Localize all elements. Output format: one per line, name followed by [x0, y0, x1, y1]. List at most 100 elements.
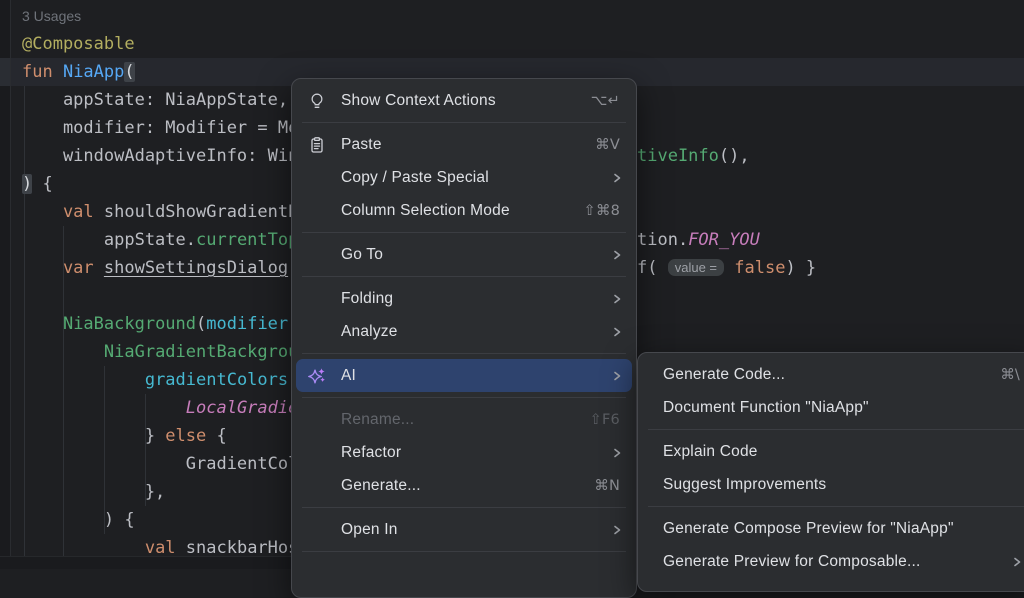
menu-item-document-function-niaapp[interactable]: Document Function "NiaApp" — [642, 391, 1024, 424]
code-segment-plain: shouldShowGradientB — [104, 202, 298, 222]
chevron-right-icon — [610, 446, 624, 460]
menu-item-generate-preview-for-composable[interactable]: Generate Preview for Composable... — [642, 545, 1024, 578]
editor-context-menu: Show Context Actions ⌥↵ Paste⌘VCopy / Pas… — [291, 78, 637, 598]
code-segment-plain: windowAdaptiveInfo: Win — [22, 146, 298, 166]
code-line: gradientColors — [22, 366, 298, 394]
menu-item-column-selection-mode[interactable]: Column Selection Mode⇧⌘8 — [296, 194, 632, 227]
code-segment-plain: appState: NiaAppState, — [22, 90, 288, 110]
code-segment-keyword: fun — [22, 62, 63, 82]
menu-item-label: AI — [341, 367, 356, 385]
menu-item-folding[interactable]: Folding — [296, 282, 632, 315]
code-right-fragment: tiveInfo(), — [637, 142, 750, 170]
code-segment-plain: } — [22, 426, 165, 446]
menu-separator — [302, 353, 626, 354]
code-segment-keyword: val — [22, 202, 104, 222]
code-segment-plain — [22, 314, 63, 334]
menu-separator — [648, 429, 1024, 430]
ai-sparkle-icon — [307, 366, 327, 386]
menu-item-label: Open In — [341, 521, 398, 539]
menu-separator — [302, 122, 626, 123]
menu-item-explain-code[interactable]: Explain Code — [642, 435, 1024, 468]
chevron-right-icon — [610, 292, 624, 306]
clipboard-icon — [308, 136, 326, 154]
code-right-fragment: tion.FOR_YOU — [637, 226, 760, 254]
menu-item-analyze[interactable]: Analyze — [296, 315, 632, 348]
menu-item-suggest-improvements[interactable]: Suggest Improvements — [642, 468, 1024, 501]
code-line: GradientCol — [22, 450, 298, 478]
menu-item-label: Refactor — [341, 444, 401, 462]
code-segment-plain: modifier: Modifier = Mo — [22, 118, 298, 138]
menu-item-generate-code[interactable]: Generate Code...⌘\ — [642, 358, 1024, 391]
code-segment-keyword: var — [22, 258, 104, 278]
chevron-right-icon — [610, 171, 624, 185]
code-line: appState: NiaAppState, — [22, 86, 298, 114]
code-segment-plain — [724, 258, 734, 278]
menu-item-label: Suggest Improvements — [663, 476, 826, 494]
menu-item-generate[interactable]: Generate...⌘N — [296, 469, 632, 502]
submenu-chevron — [610, 292, 624, 306]
code-line — [22, 282, 298, 310]
code-lines: 3 Usages @Composable fun NiaApp( appState:… — [22, 2, 298, 562]
code-line: }, — [22, 478, 298, 506]
menu-item-label: Show Context Actions — [341, 92, 496, 110]
menu-separator — [302, 551, 626, 552]
submenu-chevron — [1010, 555, 1024, 569]
code-segment-keyword: false — [734, 258, 785, 278]
menu-item-shortcut: ⌘\ — [1000, 367, 1020, 383]
code-line: NiaBackground(modifier — [22, 310, 298, 338]
submenu-chevron — [610, 523, 624, 537]
menu-item-label: Rename... — [341, 411, 414, 429]
gutter-current-line — [0, 58, 10, 86]
menu-item-go-to[interactable]: Go To — [296, 238, 632, 271]
code-segment-enum-constant: FOR_YOU — [688, 230, 760, 250]
code-segment-named-argument: gradientColors — [145, 370, 288, 390]
code-line: NiaGradientBackgrou — [22, 338, 298, 366]
menu-item-shortcut: ⌘N — [594, 478, 620, 494]
code-segment-plain — [22, 398, 186, 418]
code-line: ) { — [22, 506, 298, 534]
code-segment-function-call: NiaBackground — [63, 314, 196, 334]
code-segment-function-call: currentTop — [196, 230, 298, 250]
code-segment-plain: f( — [637, 258, 668, 278]
submenu-chevron — [610, 171, 624, 185]
code-segment-brace-highlight: ) — [22, 174, 32, 194]
code-line: fun NiaApp( — [22, 58, 298, 86]
code-vision-usages[interactable]: 3 Usages — [22, 2, 298, 30]
chevron-right-icon — [610, 523, 624, 537]
chevron-right-icon — [610, 369, 624, 383]
parameter-name-hint: value = — [668, 259, 724, 276]
menu-item-paste[interactable]: Paste⌘V — [296, 128, 632, 161]
submenu-chevron — [610, 446, 624, 460]
menu-item-rename: Rename...⇧F6 — [296, 403, 632, 436]
menu-item-label: Explain Code — [663, 443, 758, 461]
submenu-chevron — [610, 325, 624, 339]
chevron-right-icon — [610, 325, 624, 339]
menu-item-copy-paste-special[interactable]: Copy / Paste Special — [296, 161, 632, 194]
code-segment-plain: appState. — [22, 230, 196, 250]
menu-item-open-in[interactable]: Open In — [296, 513, 632, 546]
code-segment-codevision: 3 Usages — [22, 8, 81, 24]
code-segment-plain: { — [206, 426, 226, 446]
code-segment-plain — [22, 538, 145, 558]
menu-item-label: Folding — [341, 290, 393, 308]
code-segment-plain: GradientCol — [22, 454, 298, 474]
code-segment-plain: { — [32, 174, 52, 194]
code-line: } else { — [22, 422, 298, 450]
menu-item-shortcut: ⌥↵ — [591, 93, 620, 109]
ai-sparkle-icon-wrapper — [307, 366, 327, 386]
menu-item-label: Paste — [341, 136, 382, 154]
menu-item-refactor[interactable]: Refactor — [296, 436, 632, 469]
menu-item-label: Generate Compose Preview for "NiaApp" — [663, 520, 954, 538]
code-segment-plain: ( — [196, 314, 206, 334]
code-line: modifier: Modifier = Mo — [22, 114, 298, 142]
code-segment-function-call: tiveInfo — [637, 146, 719, 166]
menu-separator — [302, 276, 626, 277]
code-line: appState.currentTop — [22, 226, 298, 254]
menu-item-generate-compose-preview-for-niaapp[interactable]: Generate Compose Preview for "NiaApp" — [642, 512, 1024, 545]
code-segment-keyword: val — [145, 538, 186, 558]
menu-item-show-context-actions[interactable]: Show Context Actions ⌥↵ — [296, 84, 632, 117]
code-segment-annotation: @Composable — [22, 34, 135, 54]
menu-item-ai[interactable]: AI — [296, 359, 632, 392]
lightbulb-icon — [308, 92, 326, 110]
code-segment-plain — [22, 370, 145, 390]
